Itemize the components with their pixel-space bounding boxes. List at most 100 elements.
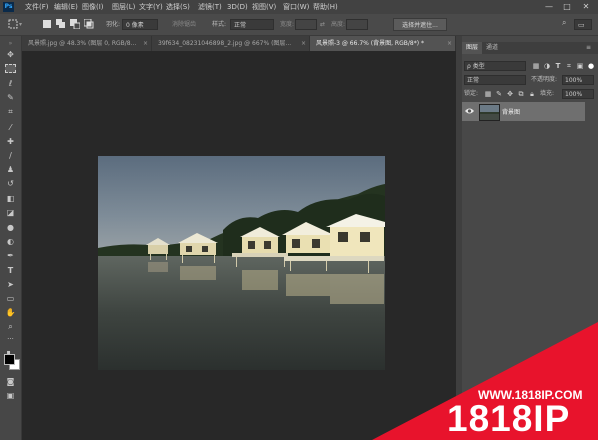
search-icon[interactable]: ⌕ [562,18,566,28]
close-tab-icon[interactable]: × [301,36,306,51]
minimize-button[interactable]: — [543,1,555,13]
eraser-tool-icon[interactable]: ◧ [4,193,17,204]
fill-input[interactable]: 100% [562,89,594,99]
tool-dropdown-arrow-icon[interactable]: ▾ [19,20,22,30]
history-brush-tool-icon[interactable]: ↺ [4,178,17,189]
blur-tool-icon[interactable]: ● [4,222,17,233]
lock-label: 锁定: [464,90,479,97]
layer-thumbnail [479,104,500,121]
subtract-selection-icon[interactable] [70,19,80,29]
antialias-checkbox[interactable]: 消除锯齿 [172,20,196,30]
menu-view[interactable]: 视图(V) [252,2,276,12]
feather-input[interactable]: 0 像素 [122,19,158,30]
close-tab-icon[interactable]: × [447,36,452,51]
watermark-brand: 1818IP [447,398,571,439]
quick-selection-tool-icon[interactable]: ✎ [4,92,17,103]
opacity-label: 不透明度: [531,76,558,83]
marquee-tool-icon[interactable] [8,19,18,29]
layers-panel: 图层 通道 ≡ ρ 类型 ▦ ◑ T ⌗ ▣ ● 正常 不透明度: 100% 锁… [462,36,598,440]
zoom-tool-icon[interactable]: ⌕ [4,321,17,332]
path-selection-tool-icon[interactable]: ➤ [4,279,17,290]
lasso-tool-icon[interactable]: ℓ [4,78,17,89]
smart-object-filter-icon[interactable]: ▣ [576,62,584,70]
document-image[interactable] [98,156,385,370]
close-tab-icon[interactable]: × [143,36,148,51]
tab-channels[interactable]: 通道 [482,42,502,54]
opacity-input[interactable]: 100% [562,75,594,85]
select-and-mask-button[interactable]: 选择并遮住... [393,18,447,31]
intersect-selection-icon[interactable] [84,19,94,29]
filter-toggle-icon[interactable]: ● [587,62,595,70]
adjustment-filter-icon[interactable]: ◑ [543,62,551,70]
style-label: 样式: [212,21,227,28]
height-input[interactable] [346,19,368,30]
lock-position-icon[interactable]: ✥ [506,90,514,98]
tab-label: 风景照-3 @ 66.7% (背景图, RGB/8*) * [316,40,424,47]
more-tools-icon[interactable]: ··· [4,334,17,345]
layer-row[interactable]: 背景图 [462,102,585,121]
new-selection-icon[interactable] [42,19,52,29]
menu-select[interactable]: 选择(S) [166,2,190,12]
healing-brush-tool-icon[interactable]: ✚ [4,136,17,147]
shape-filter-icon[interactable]: ⌗ [565,62,573,70]
quick-mask-icon[interactable]: ◙ [4,376,17,387]
foreground-color-swatch[interactable] [4,354,15,365]
clone-stamp-tool-icon[interactable]: ♟ [4,164,17,175]
rectangular-marquee-tool-icon[interactable] [5,64,16,73]
dodge-tool-icon[interactable]: ◐ [4,236,17,247]
menu-bar: Ps 文件(F) 编辑(E) 图像(I) 图层(L) 文字(Y) 选择(S) 滤… [0,0,598,14]
document-tab-bar: 风景照.jpg @ 48.3% (图层 0, RGB/8... × 39f634… [22,36,456,51]
menu-type[interactable]: 文字(Y) [139,2,163,12]
style-select[interactable]: 正常 [230,19,274,30]
rectangle-tool-icon[interactable]: ▭ [4,293,17,304]
feather-label: 羽化: [106,21,121,28]
menu-file[interactable]: 文件(F) [25,2,49,12]
lock-image-icon[interactable]: ✎ [495,90,503,98]
type-filter-icon[interactable]: T [554,62,562,70]
eyedropper-tool-icon[interactable]: ⁄ [4,122,17,133]
canvas-area[interactable] [22,51,456,440]
pixel-filter-icon[interactable]: ▦ [532,62,540,70]
tab-document-1[interactable]: 风景照.jpg @ 48.3% (图层 0, RGB/8... × [22,36,152,51]
blend-row: 正常 不透明度: 100% [462,74,598,86]
close-button[interactable]: ✕ [580,1,592,13]
filter-row: ρ 类型 ▦ ◑ T ⌗ ▣ ● [462,60,598,72]
lock-all-icon[interactable]: 🔒︎ [528,90,536,98]
lock-transparent-icon[interactable]: ▦ [484,90,492,98]
blend-mode-select[interactable]: 正常 [464,75,526,85]
fill-label: 填充: [540,90,555,97]
landscape-photo [98,156,385,370]
layer-name[interactable]: 背景图 [502,107,520,116]
swap-icon[interactable]: ⇄ [320,20,325,30]
menu-layer[interactable]: 图层(L) [112,2,135,12]
screen-mode-icon[interactable]: ▣ [4,390,17,401]
menu-help[interactable]: 帮助(H) [313,2,338,12]
eye-icon[interactable] [465,107,474,115]
menu-3d[interactable]: 3D(D) [227,2,248,12]
menu-edit[interactable]: 编辑(E) [54,2,78,12]
move-tool-icon[interactable]: ✥ [4,49,17,60]
width-input[interactable] [295,19,317,30]
add-to-selection-icon[interactable] [56,19,66,29]
tab-label: 39f634_08231046898_2.jpg @ 667% (图层... [158,40,292,47]
tab-document-3[interactable]: 风景照-3 @ 66.7% (背景图, RGB/8*) * × [310,36,456,51]
restore-button[interactable]: □ [561,1,573,13]
pen-tool-icon[interactable]: ✒ [4,250,17,261]
tab-layers[interactable]: 图层 [462,42,483,54]
kind-filter-select[interactable]: ρ 类型 [464,61,526,71]
menu-window[interactable]: 窗口(W) [283,2,309,12]
lock-row: 锁定: ▦ ✎ ✥ ⧉ 🔒︎ 填充: 100% [462,88,598,100]
menu-filter[interactable]: 滤镜(T) [198,2,222,12]
panel-menu-icon[interactable]: ≡ [582,42,595,54]
artboard-lock-icon[interactable]: ⧉ [517,90,525,98]
width-label: 宽度: [280,21,295,28]
workspace-icon[interactable]: ▭ [574,19,592,30]
paint-bucket-tool-icon[interactable]: ◪ [4,207,17,218]
menu-image[interactable]: 图像(I) [82,2,104,12]
brush-tool-icon[interactable]: ∕ [4,150,17,161]
tab-document-2[interactable]: 39f634_08231046898_2.jpg @ 667% (图层... × [152,36,310,51]
hand-tool-icon[interactable]: ✋ [4,307,17,318]
crop-tool-icon[interactable]: ⌗ [4,106,17,117]
type-tool-icon[interactable]: T [4,265,17,276]
collapse-icon[interactable]: » [4,38,17,49]
